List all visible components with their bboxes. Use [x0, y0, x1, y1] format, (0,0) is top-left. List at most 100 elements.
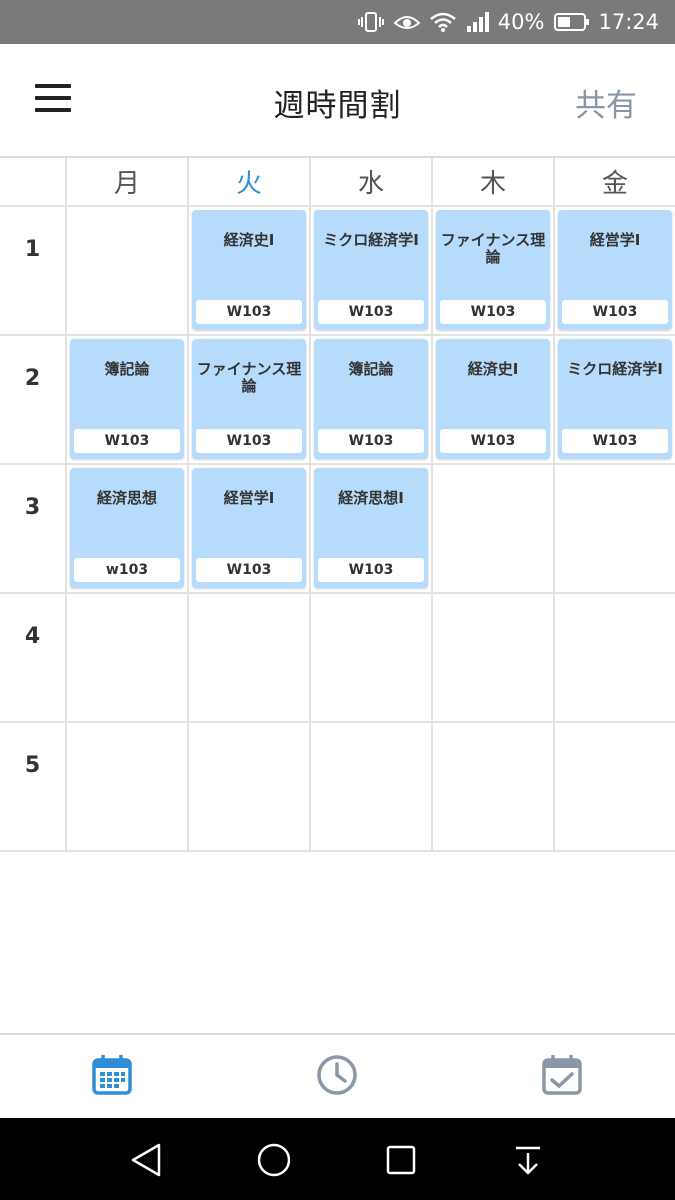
course-name: 簿記論	[104, 360, 150, 378]
timetable-slot[interactable]	[311, 723, 433, 850]
course-name: 経済史I	[467, 360, 519, 378]
period-row: 3 経済思想 w103 経営学I W103 経済思想I W103	[0, 465, 675, 594]
timetable-slot[interactable]	[433, 594, 555, 721]
back-icon	[131, 1143, 161, 1177]
course-room: W103	[74, 429, 180, 453]
clock-icon	[317, 1055, 357, 1095]
timetable-slot[interactable]: 経営学I W103	[555, 207, 675, 334]
nav-tasks-button[interactable]	[540, 1053, 584, 1097]
course-name: ファイナンス理論	[196, 360, 302, 395]
signal-icon	[466, 12, 490, 32]
period-row: 5	[0, 723, 675, 852]
course-room: W103	[318, 429, 424, 453]
day-header-mon: 月	[67, 158, 189, 205]
period-label: 5	[0, 723, 67, 850]
period-label: 3	[0, 465, 67, 592]
page-title: 週時間割	[273, 88, 402, 124]
course-room: W103	[196, 429, 302, 453]
period-row: 1 経済史I W103 ミクロ経済学I W103 ファイナンス理論 W103 経営学I W103	[0, 207, 675, 336]
vibrate-icon	[357, 11, 384, 33]
recents-icon	[386, 1145, 416, 1175]
period-label: 2	[0, 336, 67, 463]
timetable-slot[interactable]: 経済史I W103	[189, 207, 311, 334]
timetable-slot[interactable]: 経済思想I W103	[311, 465, 433, 592]
timetable-grid: 月 火 水 木 金 1 経済史I W103 ミクロ経済学I W103 ファイナンス理論 W1…	[0, 158, 675, 852]
timetable-slot[interactable]: ファイナンス理論 W103	[189, 336, 311, 463]
course-card[interactable]: ファイナンス理論 W103	[436, 210, 550, 330]
status-bar: 40% 17:24	[0, 0, 675, 44]
day-header-wed: 水	[311, 158, 433, 205]
timetable-slot[interactable]	[433, 723, 555, 850]
timetable-slot[interactable]: 簿記論 W103	[311, 336, 433, 463]
course-card[interactable]: 簿記論 W103	[70, 339, 184, 459]
day-header-tue: 火	[189, 158, 311, 205]
course-room: W103	[196, 300, 302, 324]
timetable-slot[interactable]: ファイナンス理論 W103	[433, 207, 555, 334]
battery-icon	[554, 12, 590, 32]
course-card[interactable]: 経済史I W103	[192, 210, 306, 330]
timetable-slot[interactable]: 経営学I W103	[189, 465, 311, 592]
day-header-thu: 木	[433, 158, 555, 205]
timetable-slot[interactable]	[433, 465, 555, 592]
timetable-slot[interactable]	[189, 594, 311, 721]
course-card[interactable]: 経済思想 w103	[70, 468, 184, 588]
nav-clock-button[interactable]	[315, 1053, 359, 1097]
day-header-row: 月 火 水 木 金	[0, 158, 675, 207]
eye-comfort-icon	[393, 12, 420, 32]
course-room: W103	[562, 429, 668, 453]
course-card[interactable]: 経営学I W103	[558, 210, 672, 330]
course-name: 経済思想	[96, 489, 157, 507]
calendar-icon	[92, 1055, 132, 1095]
timetable-slot[interactable]	[67, 207, 189, 334]
notification-pull-button[interactable]	[508, 1140, 548, 1180]
timetable-slot[interactable]: ミクロ経済学I W103	[311, 207, 433, 334]
course-name: ファイナンス理論	[440, 231, 546, 266]
home-button[interactable]	[254, 1140, 294, 1180]
course-name: 経済思想I	[338, 489, 404, 507]
course-name: 経営学I	[589, 231, 641, 249]
course-room: W103	[196, 558, 302, 582]
course-card[interactable]: 経営学I W103	[192, 468, 306, 588]
corner-cell	[0, 158, 67, 205]
course-name: 経済史I	[223, 231, 275, 249]
home-icon	[257, 1143, 291, 1177]
system-nav-bar	[0, 1118, 675, 1200]
timetable-slot[interactable]	[67, 594, 189, 721]
timetable-slot[interactable]	[555, 594, 675, 721]
course-card[interactable]: 経済思想I W103	[314, 468, 428, 588]
timetable-slot[interactable]: 簿記論 W103	[67, 336, 189, 463]
timetable-slot[interactable]: 経済史I W103	[433, 336, 555, 463]
period-row: 2 簿記論 W103 ファイナンス理論 W103 簿記論 W103 経済史I W103 ミクロ経済…	[0, 336, 675, 465]
period-label: 1	[0, 207, 67, 334]
timetable-slot[interactable]	[555, 723, 675, 850]
recents-button[interactable]	[381, 1140, 421, 1180]
timetable-slot[interactable]	[311, 594, 433, 721]
course-name: 経営学I	[223, 489, 275, 507]
course-card[interactable]: ファイナンス理論 W103	[192, 339, 306, 459]
course-card[interactable]: 簿記論 W103	[314, 339, 428, 459]
calendar-check-icon	[542, 1055, 582, 1095]
timetable-slot[interactable]	[189, 723, 311, 850]
course-name: ミクロ経済学I	[567, 360, 663, 378]
course-room: W103	[440, 429, 546, 453]
course-card[interactable]: 経済史I W103	[436, 339, 550, 459]
course-card[interactable]: ミクロ経済学I W103	[558, 339, 672, 459]
timetable-slot[interactable]	[67, 723, 189, 850]
course-name: 簿記論	[348, 360, 394, 378]
back-button[interactable]	[127, 1140, 167, 1180]
course-name: ミクロ経済学I	[323, 231, 419, 249]
timetable-slot[interactable]: ミクロ経済学I W103	[555, 336, 675, 463]
period-row: 4	[0, 594, 675, 723]
clock-time: 17:24	[598, 10, 659, 34]
notification-pull-icon	[516, 1146, 540, 1175]
period-label: 4	[0, 594, 67, 721]
course-card[interactable]: ミクロ経済学I W103	[314, 210, 428, 330]
course-room: W103	[318, 558, 424, 582]
timetable-slot[interactable]	[555, 465, 675, 592]
battery-percent: 40%	[497, 10, 545, 34]
nav-timetable-button[interactable]	[90, 1053, 134, 1097]
course-room: W103	[440, 300, 546, 324]
course-room: W103	[562, 300, 668, 324]
share-button[interactable]: 共有	[575, 80, 637, 125]
timetable-slot[interactable]: 経済思想 w103	[67, 465, 189, 592]
